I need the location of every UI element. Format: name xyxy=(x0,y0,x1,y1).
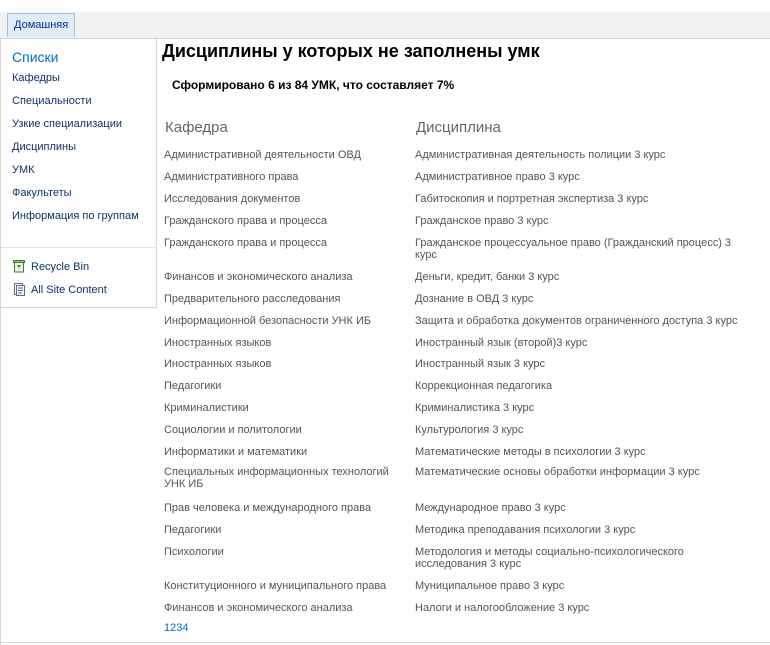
nav-item-group-info[interactable]: Информация по группам xyxy=(12,210,139,222)
recycle-bin-icon xyxy=(12,259,26,273)
table-row-department: Гражданского права и процесса xyxy=(164,215,327,227)
table-row-department: Предварительного расследования xyxy=(164,293,341,305)
table-row-discipline: Методика преподавания психологии 3 курс xyxy=(415,524,636,536)
recycle-bin-link[interactable]: Recycle Bin xyxy=(12,259,89,273)
table-row-discipline: Математические методы в психологии 3 кур… xyxy=(415,446,646,458)
lists-heading[interactable]: Списки xyxy=(12,49,58,65)
table-row-discipline: Методология и методы социально-психологи… xyxy=(415,546,684,570)
table-row-department: Иностранных языков xyxy=(164,358,272,370)
nav-item-faculties[interactable]: Факультеты xyxy=(12,187,72,199)
table-row-department: Финансов и экономического анализа xyxy=(164,602,353,614)
table-row-discipline: Налоги и налогообложение 3 курс xyxy=(415,602,590,614)
table-row-discipline: Административная деятельность полиции 3 … xyxy=(415,149,666,161)
table-row-department: Гражданского права и процесса xyxy=(164,237,327,249)
table-row-discipline: Гражданское право 3 курс xyxy=(415,215,549,227)
table-row-department: Информационной безопасности УНК ИБ xyxy=(164,315,372,327)
column-header-department: Кафедра xyxy=(165,119,228,136)
table-row-discipline: Деньги, кредит, банки 3 курс xyxy=(415,271,560,283)
table-row-department: Исследования документов xyxy=(164,193,301,205)
column-header-discipline: Дисциплина xyxy=(416,119,501,136)
all-site-content-link[interactable]: All Site Content xyxy=(12,282,107,296)
table-row-discipline: Габитоскопия и портретная экспертиза 3 к… xyxy=(415,193,649,205)
table-row-department: Специальных информационных технологий УН… xyxy=(164,466,389,490)
page-title: Дисциплины у которых не заполнены умк xyxy=(162,41,540,61)
tab-bar: Домашняя xyxy=(0,12,770,39)
table-row-department: Административного права xyxy=(164,171,299,183)
nav-item-departments[interactable]: Кафедры xyxy=(12,72,60,84)
table-row-discipline: Муниципальное право 3 курс xyxy=(415,580,565,592)
quick-launch: Списки Кафедры Специальности Узкие специ… xyxy=(1,39,157,308)
pager: 1234 xyxy=(164,622,189,634)
table-row-discipline: Иностранный язык 3 курс xyxy=(415,358,546,370)
table-row-discipline: Коррекционная педагогика xyxy=(415,380,553,392)
table-row-discipline: Защита и обработка документов ограниченн… xyxy=(415,315,738,327)
table-row-department: Конституционного и муниципального права xyxy=(164,580,387,592)
table-row-discipline: Международное право 3 курс xyxy=(415,502,566,514)
nav-item-disciplines[interactable]: Дисциплины xyxy=(12,141,76,153)
nav-separator xyxy=(1,247,156,248)
recycle-bin-label: Recycle Bin xyxy=(31,261,90,273)
table-row-department: Информатики и математики xyxy=(164,446,308,458)
table-row-department: Прав человека и международного права xyxy=(164,502,372,514)
table-row-department: Психологии xyxy=(164,546,224,558)
nav-item-umk[interactable]: УМК xyxy=(12,164,35,176)
table-row-department: Иностранных языков xyxy=(164,337,272,349)
bottom-divider xyxy=(0,642,770,643)
table-row-discipline: Иностранный язык (второй)3 курс xyxy=(415,337,588,349)
table-row-discipline: Дознание в ОВД 3 курс xyxy=(415,293,534,305)
table-row-discipline: Гражданское процессуальное право (Гражда… xyxy=(415,237,732,261)
all-site-content-label: All Site Content xyxy=(31,284,107,296)
table-row-department: Педагогики xyxy=(164,380,222,392)
tab-home[interactable]: Домашняя xyxy=(7,13,76,37)
table-row-discipline: Математические основы обработки информац… xyxy=(415,466,700,478)
table-row-department: Педагогики xyxy=(164,524,222,536)
table-row-department: Финансов и экономического анализа xyxy=(164,271,353,283)
table-row-discipline: Культурология 3 курс xyxy=(415,424,524,436)
nav-item-specialties[interactable]: Специальности xyxy=(12,95,92,107)
summary-text: Сформировано 6 из 84 УМК, что составляет… xyxy=(172,78,455,92)
nav-item-specializations[interactable]: Узкие специализации xyxy=(12,118,122,130)
table-row-discipline: Административное право 3 курс xyxy=(415,171,580,183)
site-content-icon xyxy=(12,282,26,296)
page-link-4[interactable]: 4 xyxy=(182,622,188,634)
table-row-discipline: Криминалистика 3 курс xyxy=(415,402,535,414)
table-row-department: Административной деятельности ОВД xyxy=(164,149,361,161)
table-row-department: Социологии и политологии xyxy=(164,424,302,436)
table-row-department: Криминалистики xyxy=(164,402,249,414)
